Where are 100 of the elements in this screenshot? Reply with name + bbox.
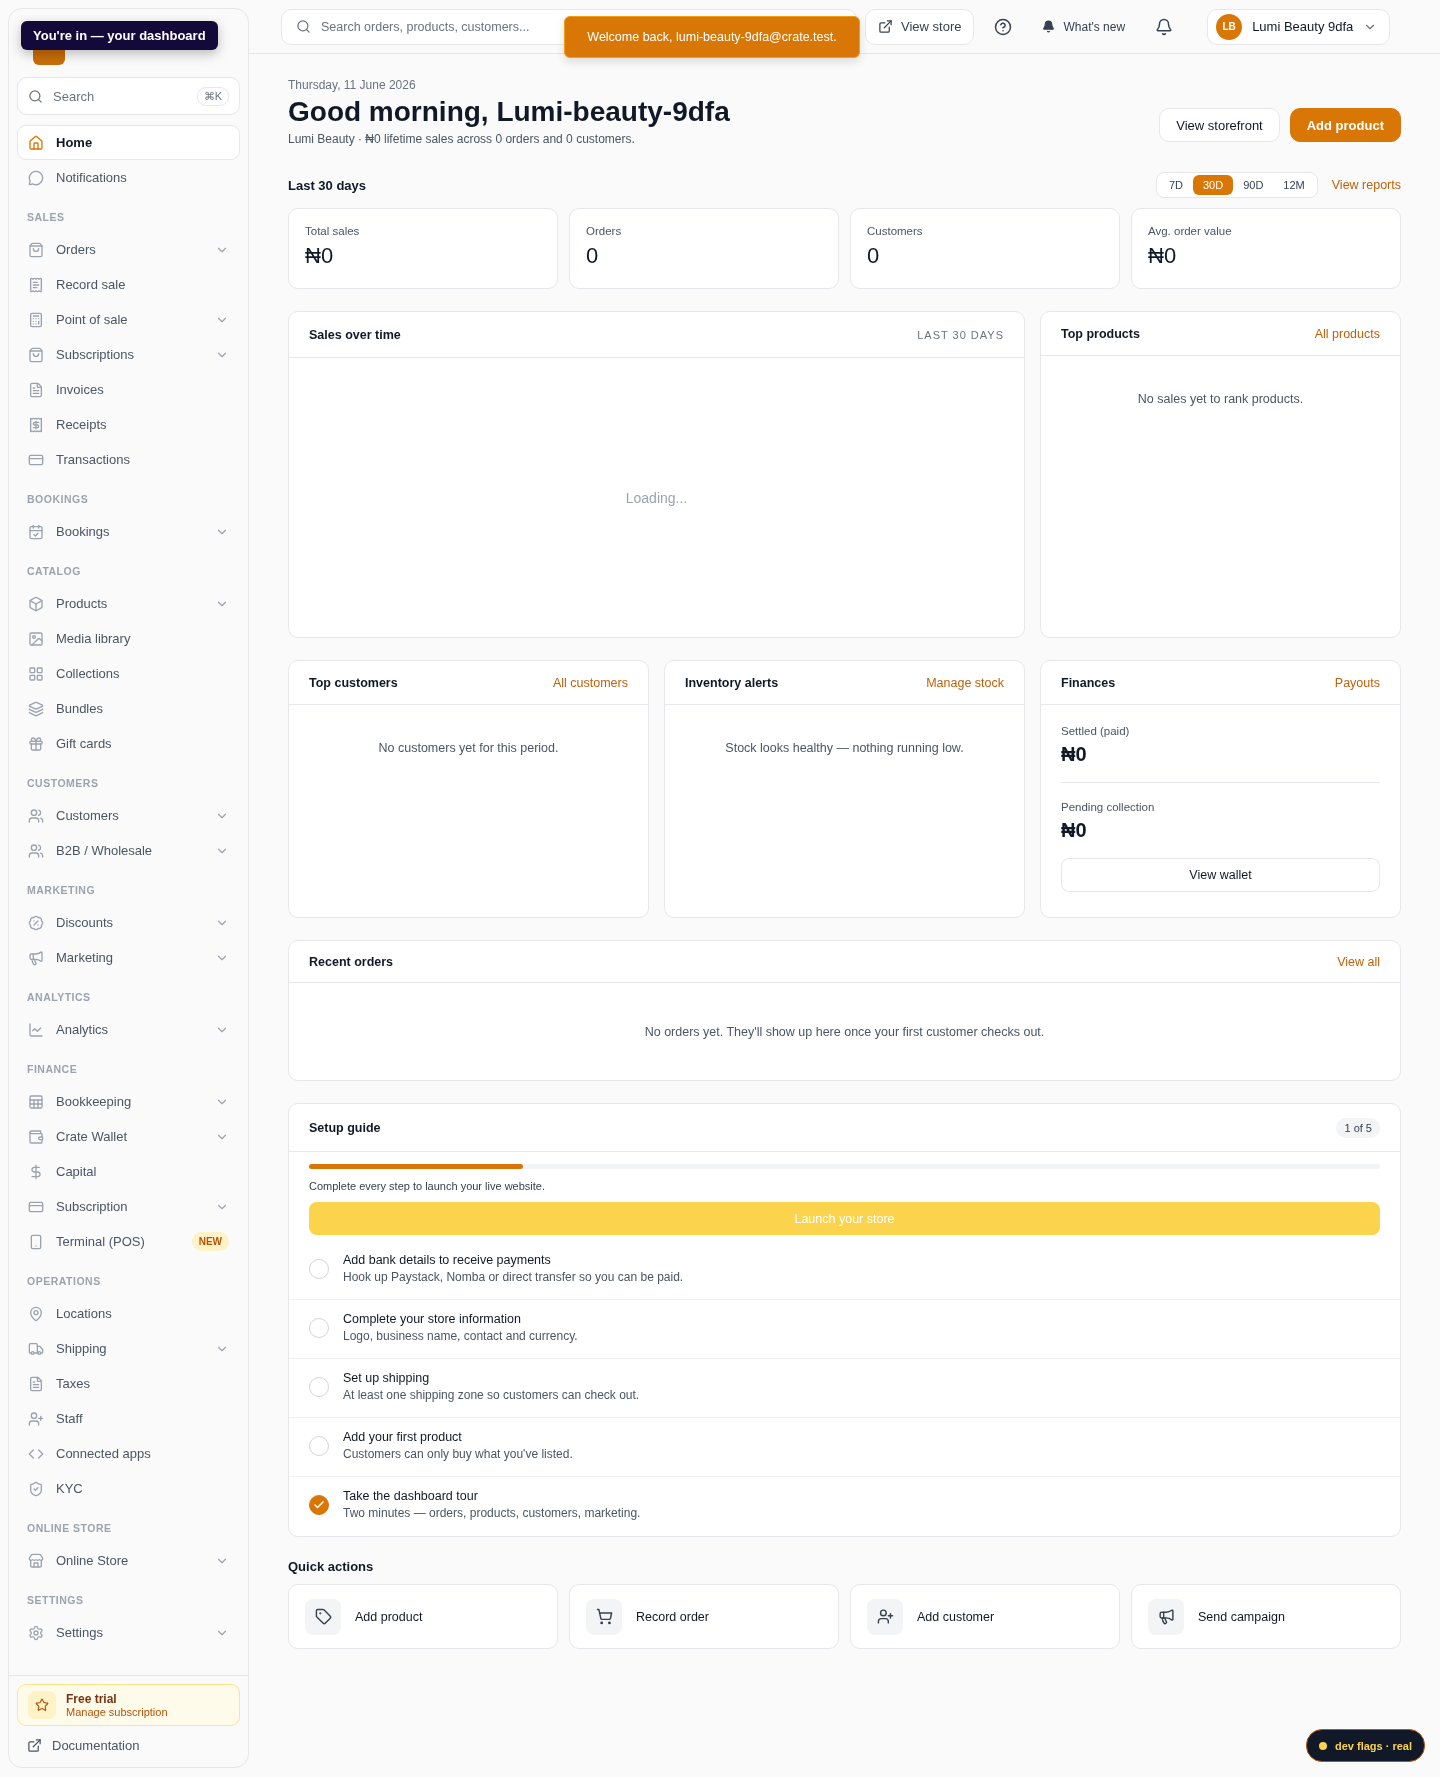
shortcut-key: ⌘K bbox=[196, 86, 229, 106]
nav-label: Record sale bbox=[56, 277, 127, 292]
user-plus-icon bbox=[28, 1410, 44, 1427]
finance-value: ₦0 bbox=[1061, 819, 1088, 842]
nav-item[interactable]: Point of sale bbox=[17, 302, 240, 337]
reports-link[interactable]: View reports bbox=[1331, 178, 1401, 192]
nav-item[interactable]: Receipts bbox=[17, 407, 240, 442]
card-link[interactable]: All products bbox=[1314, 326, 1380, 341]
guide-note: Complete every step to launch your live website. bbox=[309, 1180, 546, 1192]
page-title: Good morning, Lumi-beauty-9dfa bbox=[288, 96, 730, 128]
nav-item[interactable]: Terminal (POS) NEW bbox=[17, 1224, 240, 1259]
whats-new-button[interactable]: What's new bbox=[1032, 19, 1136, 34]
trial-card[interactable]: Free trial Manage subscription bbox=[17, 1684, 240, 1726]
step-description: Logo, business name, contact and currency. bbox=[343, 1329, 578, 1343]
document-icon bbox=[28, 1375, 44, 1392]
card-link[interactable]: Manage stock bbox=[926, 675, 1004, 690]
sheet-icon bbox=[28, 1093, 44, 1110]
account-menu[interactable]: LB Lumi Beauty 9dfa bbox=[1207, 8, 1391, 45]
nav-item[interactable]: Marketing bbox=[17, 940, 240, 975]
stat-label: Orders bbox=[586, 225, 623, 237]
grid-icon bbox=[28, 665, 44, 682]
nav-item[interactable]: Staff bbox=[17, 1401, 240, 1436]
nav-item[interactable]: Bookkeeping bbox=[17, 1084, 240, 1119]
finance-label: Pending collection bbox=[1061, 801, 1156, 813]
finance-value: ₦0 bbox=[1061, 743, 1088, 766]
range-label: LAST 30 DAYS bbox=[917, 328, 1004, 341]
nav-label: Shipping bbox=[56, 1341, 108, 1356]
nav-item[interactable]: Locations bbox=[17, 1296, 240, 1331]
empty-message: Stock looks healthy — nothing running low. bbox=[724, 740, 965, 757]
chat-bubble-icon bbox=[28, 169, 44, 186]
calculator-icon bbox=[28, 311, 44, 328]
nav-item[interactable]: Bundles bbox=[17, 691, 240, 726]
quick-action[interactable]: Send campaign bbox=[1131, 1584, 1401, 1649]
nav-item[interactable]: Subscriptions bbox=[17, 337, 240, 372]
section-label: ANALYTICS bbox=[26, 990, 92, 1005]
nav-item[interactable]: Orders bbox=[17, 232, 240, 267]
nav-item[interactable]: Subscription bbox=[17, 1189, 240, 1224]
nav-item[interactable]: Connected apps bbox=[17, 1436, 240, 1471]
empty-message: No sales yet to rank products. bbox=[1136, 391, 1305, 408]
period-label: Last 30 days bbox=[288, 177, 367, 193]
range-option[interactable]: 90D bbox=[1233, 175, 1274, 195]
section-label: SALES bbox=[26, 210, 66, 225]
tooltip: You're in — your dashboard bbox=[21, 21, 218, 50]
percent-icon bbox=[28, 914, 44, 931]
nav-item[interactable]: Media library bbox=[17, 621, 240, 656]
nav-item[interactable]: Invoices bbox=[17, 372, 240, 407]
nav-item[interactable]: KYC bbox=[17, 1471, 240, 1506]
step-checkbox[interactable] bbox=[309, 1495, 329, 1515]
nav-label: Locations bbox=[56, 1306, 113, 1321]
nav-item[interactable]: Home bbox=[17, 125, 240, 160]
secondary-button[interactable]: View storefront bbox=[1159, 108, 1280, 142]
nav-item[interactable]: Record sale bbox=[17, 267, 240, 302]
card-link[interactable]: All customers bbox=[552, 675, 628, 690]
nav-item[interactable]: Products bbox=[17, 586, 240, 621]
nav-label: Marketing bbox=[56, 950, 115, 965]
nav-label: Collections bbox=[56, 666, 121, 681]
nav-label: Terminal (POS) bbox=[56, 1234, 146, 1249]
search-field[interactable]: Search ⌘K bbox=[17, 77, 240, 115]
section-title: Quick actions bbox=[288, 1559, 375, 1574]
nav-item[interactable]: Capital bbox=[17, 1154, 240, 1189]
nav-label: Customers bbox=[56, 808, 120, 823]
dollar-icon bbox=[28, 1163, 44, 1180]
view-store-button[interactable]: View store bbox=[865, 8, 975, 45]
external-link-icon bbox=[27, 1738, 42, 1753]
nav-label: Bookkeeping bbox=[56, 1094, 133, 1109]
settings-icon bbox=[28, 1624, 44, 1641]
range-option[interactable]: 7D bbox=[1158, 175, 1193, 195]
nav-item[interactable]: Analytics bbox=[17, 1012, 240, 1047]
nav-item[interactable]: B2B / Wholesale bbox=[17, 833, 240, 868]
quick-action[interactable]: Record order bbox=[569, 1584, 839, 1649]
nav-label: Connected apps bbox=[56, 1446, 152, 1461]
step-title: Take the dashboard tour bbox=[343, 1489, 479, 1503]
house-icon bbox=[28, 134, 44, 151]
quick-action[interactable]: Add customer bbox=[850, 1584, 1120, 1649]
layers-icon bbox=[28, 700, 44, 717]
nav-item[interactable]: Notifications bbox=[17, 160, 240, 195]
nav-label: Crate Wallet bbox=[56, 1129, 129, 1144]
documentation-link[interactable]: Documentation bbox=[17, 1726, 240, 1759]
quick-action[interactable]: Add product bbox=[288, 1584, 558, 1649]
nav-item[interactable]: Discounts bbox=[17, 905, 240, 940]
nav-item[interactable]: Settings bbox=[17, 1615, 240, 1650]
range-option[interactable]: 12M bbox=[1273, 175, 1315, 195]
nav-item[interactable]: Bookings bbox=[17, 514, 240, 549]
nav-item[interactable]: Gift cards bbox=[17, 726, 240, 761]
nav-item[interactable]: Collections bbox=[17, 656, 240, 691]
nav-item[interactable]: Shipping bbox=[17, 1331, 240, 1366]
nav-item[interactable]: Customers bbox=[17, 798, 240, 833]
view-wallet-button[interactable]: View wallet bbox=[1061, 858, 1380, 892]
section-label: SETTINGS bbox=[26, 1593, 85, 1608]
stat-value: ₦0 bbox=[1148, 243, 1178, 269]
card-link[interactable]: Payouts bbox=[1334, 675, 1380, 690]
card-link[interactable]: View all bbox=[1337, 954, 1380, 969]
line-chart-icon bbox=[28, 1021, 44, 1038]
nav-item[interactable]: Crate Wallet bbox=[17, 1119, 240, 1154]
stat-value: 0 bbox=[867, 243, 881, 269]
nav-label: Gift cards bbox=[56, 736, 113, 751]
nav-item[interactable]: Taxes bbox=[17, 1366, 240, 1401]
nav-item[interactable]: Transactions bbox=[17, 442, 240, 477]
nav-item[interactable]: Online Store bbox=[17, 1543, 240, 1578]
section-label: BOOKINGS bbox=[26, 492, 90, 507]
